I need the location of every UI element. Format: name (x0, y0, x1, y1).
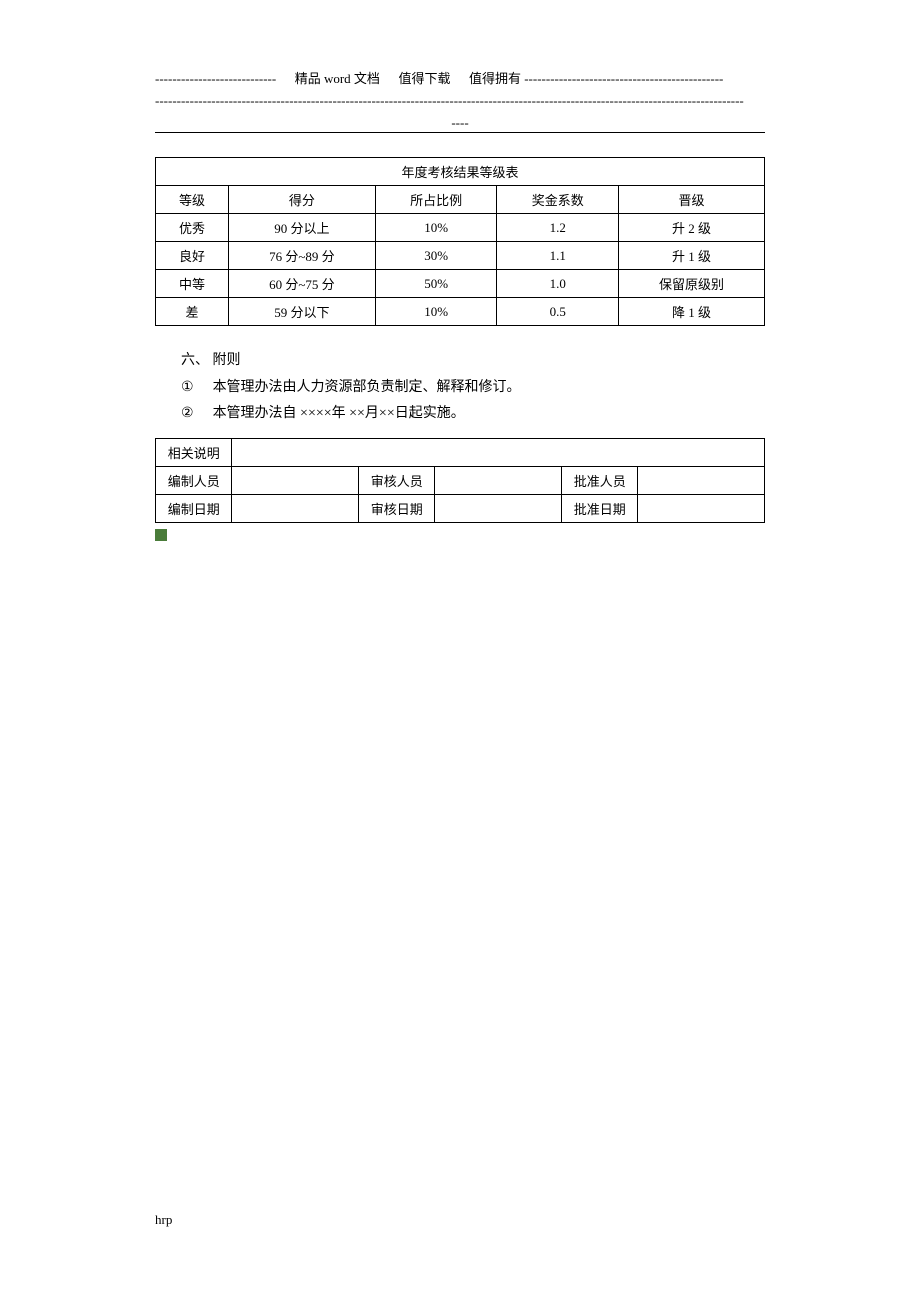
item-marker-1: ① (181, 380, 194, 395)
table-cell: 90 分以上 (228, 214, 375, 242)
compile-date-label: 编制日期 (156, 494, 232, 522)
table-cell: 升 2 级 (619, 214, 765, 242)
review-date-value (435, 494, 562, 522)
table-cell: 59 分以下 (228, 298, 375, 326)
header-dashes-full: ----------------------------------------… (155, 93, 744, 108)
table-cell: 50% (375, 270, 497, 298)
header-line-3: ---- (155, 115, 765, 133)
compiler-label: 编制人员 (156, 466, 232, 494)
table-row: 良好 76 分~89 分 30% 1.1 升 1 级 (156, 242, 765, 270)
table-cell: 1.2 (497, 214, 619, 242)
table-cell: 10% (375, 298, 497, 326)
table-cell: 保留原级别 (619, 270, 765, 298)
table-row: 优秀 90 分以上 10% 1.2 升 2 级 (156, 214, 765, 242)
table-row: 中等 60 分~75 分 50% 1.0 保留原级别 (156, 270, 765, 298)
table-title-row: 年度考核结果等级表 (156, 158, 765, 186)
table-row: 相关说明 (156, 438, 765, 466)
approval-table: 相关说明 编制人员 审核人员 批准人员 编制日期 审核日期 批准日期 (155, 438, 765, 523)
header-phrase-2: 值得拥有 (469, 71, 521, 86)
list-item-2: ② 本管理办法自 ××××年 ××月××日起实施。 (181, 401, 765, 428)
table-cell: 优秀 (156, 214, 229, 242)
compile-date-value (232, 494, 359, 522)
table-header: 等级 (156, 186, 229, 214)
appendix-section: 六、 附则 ① 本管理办法由人力资源部负责制定、解释和修订。 ② 本管理办法自 … (181, 348, 765, 428)
table-header: 奖金系数 (497, 186, 619, 214)
grade-table: 年度考核结果等级表 等级 得分 所占比例 奖金系数 晋级 优秀 90 分以上 1… (155, 157, 765, 326)
explanation-blank (232, 438, 765, 466)
table-cell: 10% (375, 214, 497, 242)
table-row: 差 59 分以下 10% 0.5 降 1 级 (156, 298, 765, 326)
approver-value (638, 466, 765, 494)
table-cell: 升 1 级 (619, 242, 765, 270)
review-date-label: 审核日期 (358, 494, 434, 522)
header-phrase-1: 值得下载 (398, 71, 450, 86)
table-cell: 60 分~75 分 (228, 270, 375, 298)
approve-date-value (638, 494, 765, 522)
table-row: 编制人员 审核人员 批准人员 (156, 466, 765, 494)
reviewer-label: 审核人员 (358, 466, 434, 494)
section-heading: 六、 附则 (181, 348, 765, 375)
green-marker-icon (155, 529, 167, 541)
table-row: 编制日期 审核日期 批准日期 (156, 494, 765, 522)
table-header: 晋级 (619, 186, 765, 214)
table-cell: 76 分~89 分 (228, 242, 375, 270)
header-dashes-center: ---- (155, 115, 765, 133)
header-dashes-left: ---------------------------- (155, 71, 276, 86)
table-header: 所占比例 (375, 186, 497, 214)
table-cell: 良好 (156, 242, 229, 270)
header-title-mid: 精品 word 文档 (295, 71, 380, 86)
table-cell: 1.0 (497, 270, 619, 298)
header-line-1: ---------------------------- 精品 word 文档 … (155, 68, 765, 87)
table-cell: 降 1 级 (619, 298, 765, 326)
approve-date-label: 批准日期 (561, 494, 637, 522)
table-header-row: 等级 得分 所占比例 奖金系数 晋级 (156, 186, 765, 214)
table-cell: 中等 (156, 270, 229, 298)
table-cell: 差 (156, 298, 229, 326)
table-header: 得分 (228, 186, 375, 214)
table-cell: 0.5 (497, 298, 619, 326)
table-cell: 1.1 (497, 242, 619, 270)
reviewer-value (435, 466, 562, 494)
table-cell: 30% (375, 242, 497, 270)
item-marker-2: ② (181, 406, 194, 421)
approver-label: 批准人员 (561, 466, 637, 494)
list-item-1: ① 本管理办法由人力资源部负责制定、解释和修订。 (181, 375, 765, 402)
footer-text: hrp (155, 1212, 172, 1228)
explanation-label: 相关说明 (156, 438, 232, 466)
compiler-value (232, 466, 359, 494)
header-line-2: ----------------------------------------… (155, 93, 765, 109)
header-dashes-right: ----------------------------------------… (524, 71, 723, 86)
table-title: 年度考核结果等级表 (156, 158, 765, 186)
item-text-2: 本管理办法自 ××××年 ××月××日起实施。 (213, 406, 465, 421)
item-text-1: 本管理办法由人力资源部负责制定、解释和修订。 (213, 380, 521, 395)
